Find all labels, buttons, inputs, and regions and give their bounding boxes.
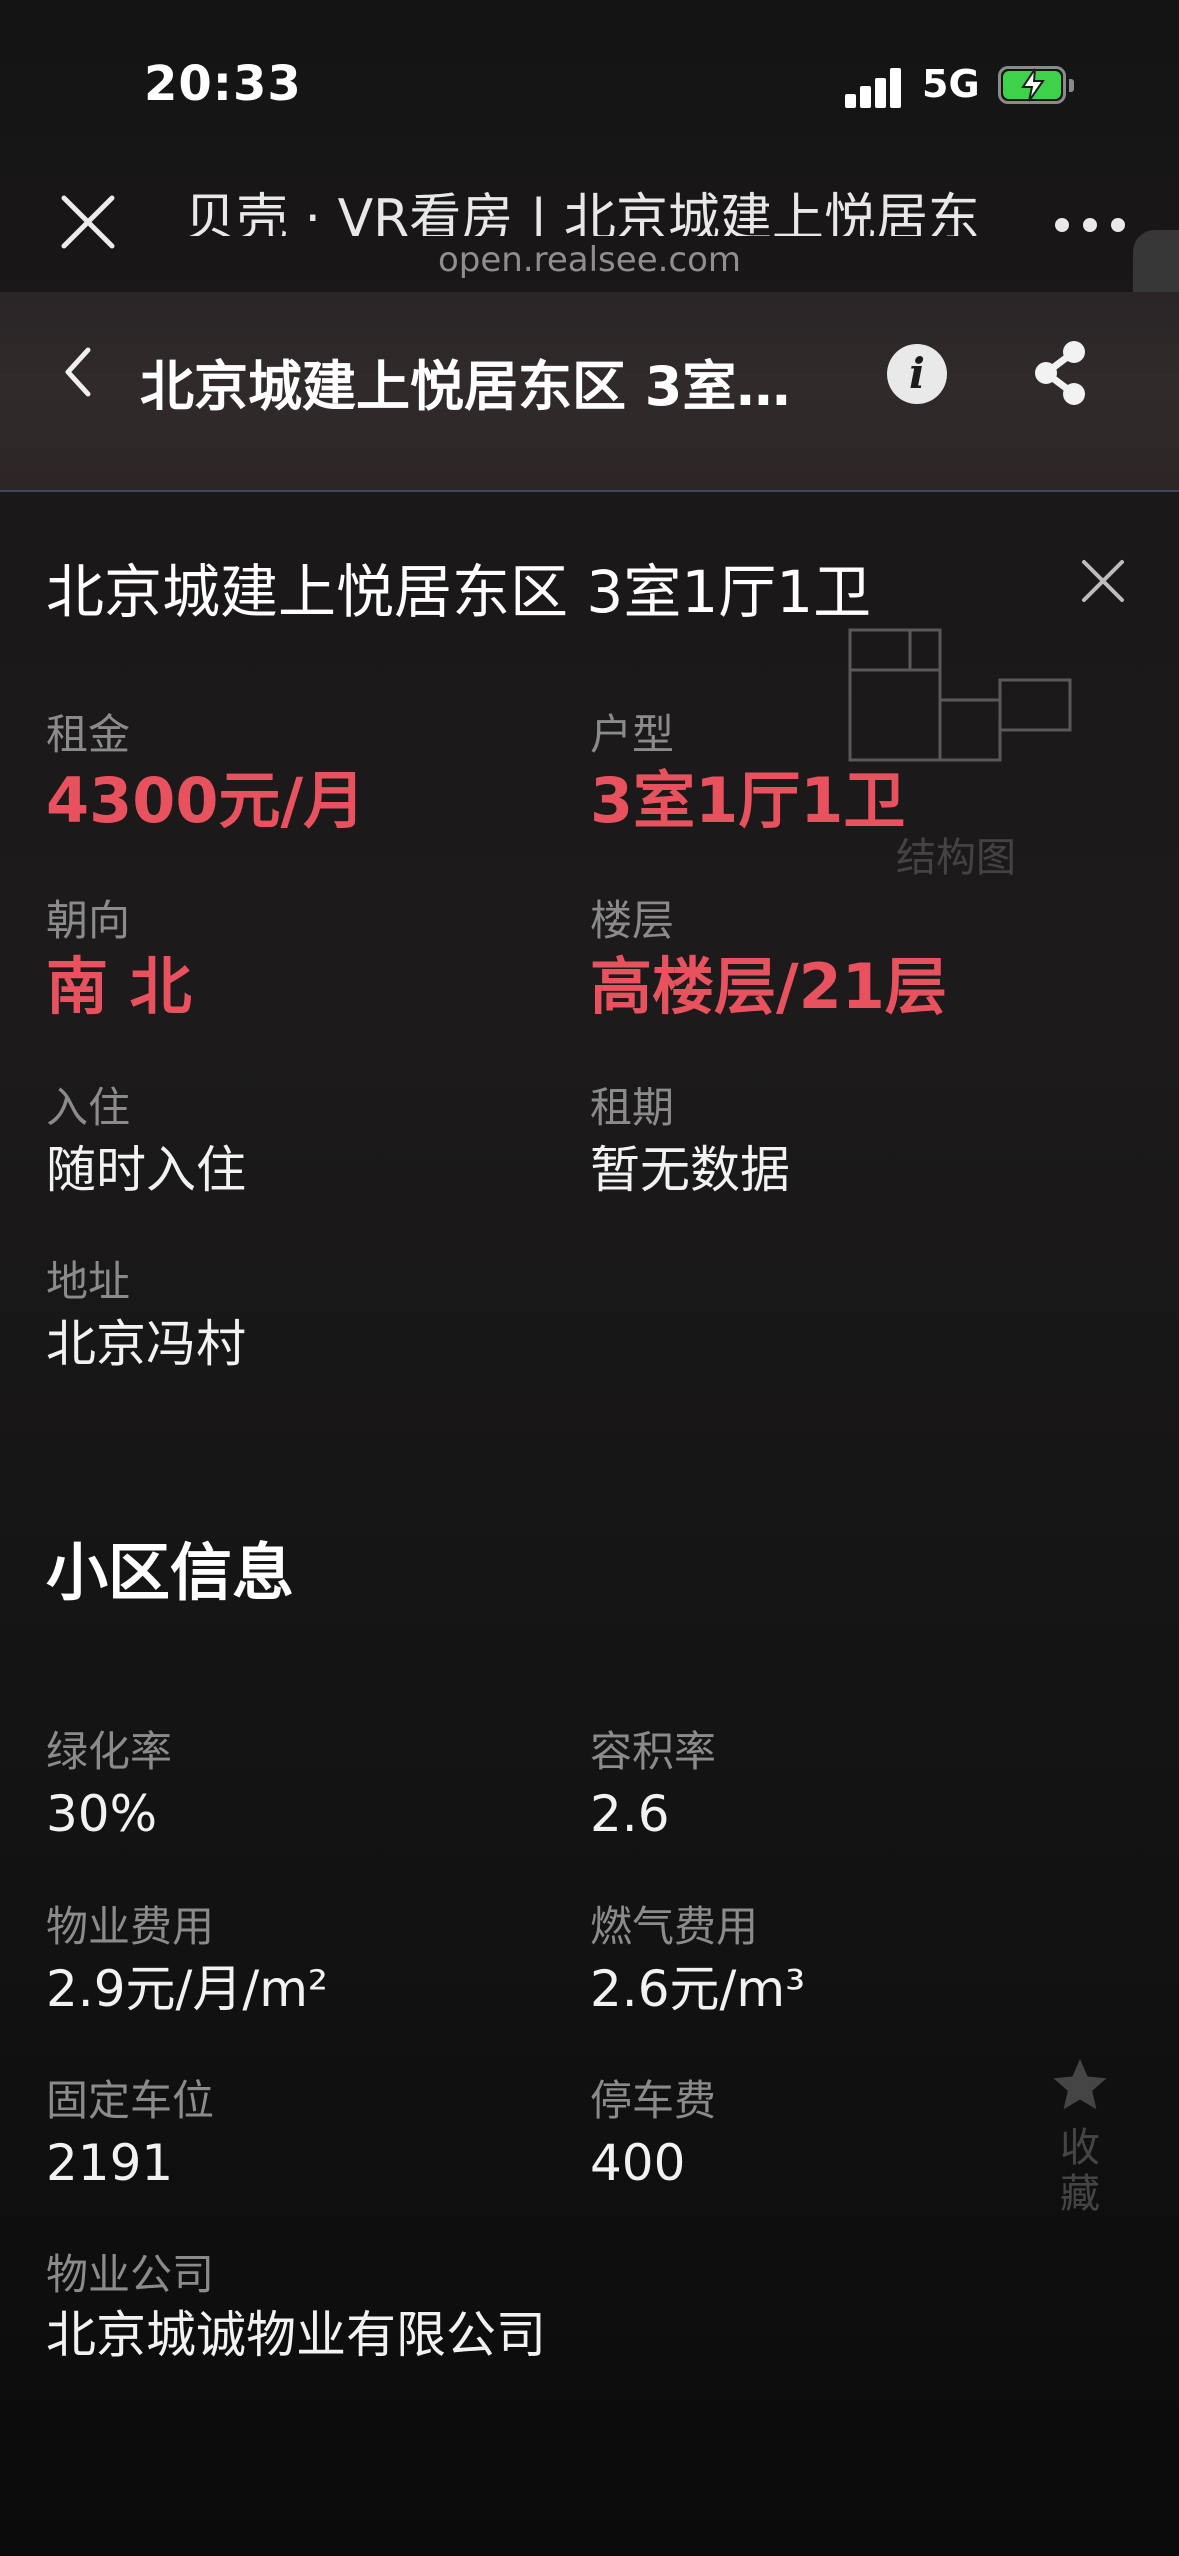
address-field: 地址 北京冯村 — [46, 1257, 246, 1375]
info-icon[interactable]: i — [887, 344, 947, 404]
gas-fee-field: 燃气费用 2.6元/m³ — [590, 1902, 805, 2020]
address-value: 北京冯村 — [46, 1315, 246, 1373]
plot-ratio-label: 容积率 — [590, 1727, 717, 1776]
battery-icon — [998, 66, 1076, 106]
webview-url: open.realsee.com — [437, 240, 742, 280]
green-rate-field: 绿化率 30% — [46, 1727, 172, 1845]
favorite-label: 收藏 — [1060, 2125, 1100, 2217]
rent-label: 租金 — [46, 710, 131, 759]
favorite-button[interactable]: 收藏 — [1040, 2055, 1120, 2217]
lease-value: 暂无数据 — [590, 1141, 790, 1199]
more-options-icon[interactable] — [1055, 218, 1125, 232]
floor-label: 楼层 — [590, 896, 675, 945]
parking-fee-value: 400 — [590, 2134, 686, 2192]
layout-value: 3室1厅1卫 — [590, 764, 906, 837]
green-rate-label: 绿化率 — [46, 1727, 173, 1776]
layout-label: 户型 — [590, 710, 675, 759]
move-in-field: 入住 随时入住 — [46, 1083, 246, 1201]
fixed-parking-value: 2191 — [46, 2134, 174, 2192]
back-icon[interactable] — [58, 342, 98, 402]
listing-title: 北京城建上悦居东区 3室1厅1卫 — [46, 558, 872, 626]
charging-bolt-icon — [1021, 68, 1045, 102]
status-bar: 20:33 5G — [0, 0, 1179, 170]
floor-field: 楼层 高楼层/21层 — [590, 896, 947, 1022]
gas-fee-value: 2.6元/m³ — [590, 1960, 806, 2018]
cellular-signal-icon — [845, 68, 901, 108]
orientation-value: 南 北 — [46, 950, 192, 1023]
network-type: 5G — [922, 62, 980, 106]
rent-field: 租金 4300元/月 — [46, 710, 365, 836]
move-in-value: 随时入住 — [46, 1141, 246, 1199]
property-fee-field: 物业费用 2.9元/月/m² — [46, 1902, 328, 2020]
lease-label: 租期 — [590, 1083, 675, 1132]
close-panel-icon[interactable] — [1078, 556, 1128, 606]
property-fee-value: 2.9元/月/m² — [46, 1960, 328, 2018]
webview-title: 贝壳 · VR看房 | 北京城建上悦居东 — [184, 189, 980, 236]
lease-field: 租期 暂无数据 — [590, 1083, 790, 1201]
status-time: 20:33 — [144, 56, 302, 112]
page-header: 北京城建上悦居东区 3室… i — [0, 292, 1179, 492]
green-rate-value: 30% — [46, 1785, 158, 1843]
orientation-field: 朝向 南 北 — [46, 896, 192, 1022]
share-icon[interactable] — [1030, 338, 1090, 408]
fixed-parking-label: 固定车位 — [46, 2076, 215, 2125]
floor-value: 高楼层/21层 — [590, 950, 947, 1023]
community-section-title: 小区信息 — [46, 1536, 295, 1609]
property-company-value: 北京城诚物业有限公司 — [46, 2306, 546, 2364]
property-company-field: 物业公司 北京城诚物业有限公司 — [46, 2250, 546, 2364]
plot-ratio-field: 容积率 2.6 — [590, 1727, 716, 1845]
orientation-label: 朝向 — [46, 896, 131, 945]
property-company-label: 物业公司 — [46, 2250, 215, 2299]
plot-ratio-value: 2.6 — [590, 1785, 670, 1843]
address-label: 地址 — [46, 1257, 131, 1306]
page-title: 北京城建上悦居东区 3室… — [140, 355, 791, 418]
rent-value: 4300元/月 — [46, 764, 366, 837]
floorplan-label[interactable]: 结构图 — [896, 825, 1016, 883]
fixed-parking-field: 固定车位 2191 — [46, 2076, 214, 2194]
property-fee-label: 物业费用 — [46, 1902, 215, 1951]
parking-fee-field: 停车费 400 — [590, 2076, 716, 2194]
parking-fee-label: 停车费 — [590, 2076, 717, 2125]
move-in-label: 入住 — [46, 1083, 131, 1132]
layout-field: 户型 3室1厅1卫 — [590, 710, 905, 836]
star-icon — [1053, 2059, 1107, 2110]
gas-fee-label: 燃气费用 — [590, 1902, 759, 1951]
